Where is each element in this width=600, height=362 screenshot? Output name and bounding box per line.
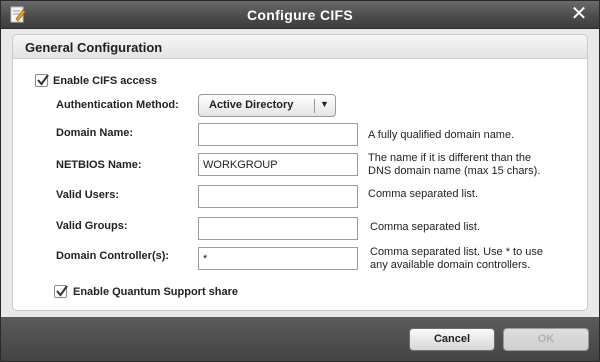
checkmark-icon — [56, 285, 68, 297]
valid-users-input[interactable] — [198, 185, 358, 208]
chevron-down-icon: ▼ — [320, 99, 329, 109]
domain-name-input[interactable] — [198, 123, 358, 146]
netbios-name-input[interactable] — [198, 153, 358, 176]
domain-name-hint: A fully qualified domain name. — [368, 129, 515, 141]
quantum-support-label[interactable]: Enable Quantum Support share — [73, 286, 238, 298]
valid-users-label: Valid Users: — [56, 189, 119, 201]
netbios-hint-line1: The name if it is different than the — [368, 152, 532, 164]
domain-controllers-hint-line1: Comma separated list. Use * to use — [370, 246, 544, 258]
netbios-name-label: NETBIOS Name: — [56, 159, 142, 171]
cancel-button[interactable]: Cancel — [409, 328, 495, 351]
checkmark-icon — [37, 74, 49, 86]
domain-controllers-input[interactable] — [198, 247, 358, 270]
domain-controllers-label: Domain Controller(s): — [56, 250, 170, 262]
enable-cifs-label[interactable]: Enable CIFS access — [53, 75, 157, 87]
panel-title: General Configuration — [25, 40, 163, 55]
netbios-hint-line2: DNS domain name (max 15 chars). — [368, 165, 541, 177]
auth-method-value: Active Directory — [209, 99, 294, 111]
configure-cifs-dialog: Configure CIFS ✕ General Configuration E… — [0, 0, 600, 362]
valid-groups-hint: Comma separated list. — [370, 221, 481, 233]
close-icon[interactable]: ✕ — [569, 3, 589, 25]
valid-groups-label: Valid Groups: — [56, 220, 128, 232]
dialog-title: Configure CIFS — [246, 7, 354, 23]
dialog-footer: Cancel OK — [1, 317, 599, 361]
dialog-body: General Configuration Enable CIFS access… — [1, 29, 599, 317]
title-bar[interactable]: Configure CIFS ✕ — [1, 1, 599, 29]
domain-controllers-hint-line2: any available domain controllers. — [370, 259, 531, 271]
auth-method-label: Authentication Method: — [56, 99, 179, 111]
quantum-support-checkbox[interactable] — [54, 285, 68, 298]
valid-groups-input[interactable] — [198, 217, 358, 240]
ok-button[interactable]: OK — [503, 328, 589, 351]
enable-cifs-checkbox[interactable] — [35, 74, 49, 87]
domain-name-label: Domain Name: — [56, 127, 134, 139]
panel-header: General Configuration — [13, 35, 587, 59]
dropdown-divider — [314, 99, 315, 113]
auth-method-dropdown[interactable]: Active Directory ▼ — [198, 94, 336, 117]
valid-users-hint: Comma separated list. — [368, 188, 479, 200]
general-configuration-panel: General Configuration Enable CIFS access… — [12, 34, 588, 311]
